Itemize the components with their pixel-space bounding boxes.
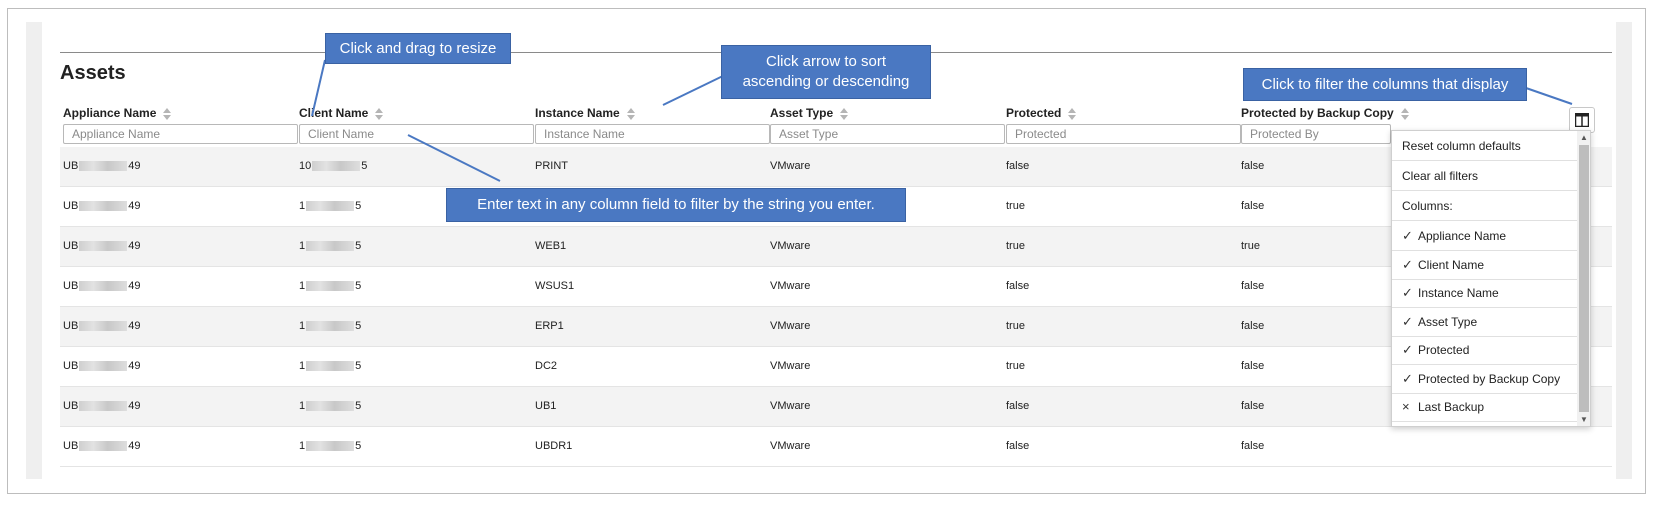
scroll-down-arrow-icon[interactable]: ▼: [1580, 415, 1588, 424]
menu-heading-label: Columns:: [1402, 199, 1453, 213]
column-toggle-item[interactable]: ✓ Client Name: [1392, 250, 1577, 280]
clear-all-filters-item[interactable]: Clear all filters: [1392, 161, 1577, 191]
check-icon: ✓: [1402, 313, 1413, 329]
check-icon: ✓: [1402, 342, 1413, 357]
check-icon: ✓: [1402, 370, 1413, 386]
menu-item-label: Clear all filters: [1402, 169, 1479, 183]
close-icon: ×: [1402, 399, 1410, 414]
check-icon: ✓: [1402, 228, 1413, 243]
check-icon: ✓: [1402, 285, 1413, 300]
column-toggle-item[interactable]: × Last Backup: [1392, 392, 1577, 422]
scroll-up-arrow-icon[interactable]: ▲: [1580, 133, 1588, 142]
callout-filter-columns: Click to filter the columns that display: [1243, 68, 1527, 101]
menu-item-label: Protected by Backup Copy: [1418, 371, 1561, 386]
reset-column-defaults-item[interactable]: Reset column defaults: [1392, 131, 1577, 161]
menu-item-label: Instance Name: [1418, 286, 1499, 300]
menu-scrollbar-thumb[interactable]: [1579, 145, 1589, 412]
callout-sort-line-1: Click arrow to sort: [765, 53, 887, 70]
menu-item-label: Appliance Name: [1418, 229, 1507, 243]
callout-sort: Click arrow to sort ascending or descend…: [721, 45, 931, 99]
callout-sort-line-2: ascending or descending: [742, 73, 910, 90]
menu-item-label: Reset column defaults: [1402, 139, 1521, 153]
column-toggle-item[interactable]: ✓ Appliance Name: [1392, 221, 1577, 251]
columns-icon: [1575, 113, 1589, 127]
callout-resize: Click and drag to resize: [325, 33, 511, 64]
columns-heading: Columns:: [1392, 191, 1577, 221]
menu-item-label: Asset Type: [1418, 314, 1478, 329]
menu-item-label: Protected: [1418, 343, 1470, 357]
column-toggle-item[interactable]: ✓ Protected by Backup Copy: [1392, 364, 1577, 394]
menu-item-label: Last Backup: [1418, 400, 1485, 414]
column-chooser-menu: Reset column defaults Clear all filters …: [1391, 130, 1591, 427]
column-toggle-item[interactable]: ✓ Asset Type: [1392, 307, 1577, 337]
callout-filter-text: Enter text in any column field to filter…: [446, 188, 906, 222]
menu-item-label: Client Name: [1418, 257, 1485, 272]
column-toggle-item[interactable]: ✓ Instance Name: [1392, 278, 1577, 308]
check-icon: ✓: [1402, 256, 1413, 272]
column-toggle-item[interactable]: ✓ Protected: [1392, 335, 1577, 365]
